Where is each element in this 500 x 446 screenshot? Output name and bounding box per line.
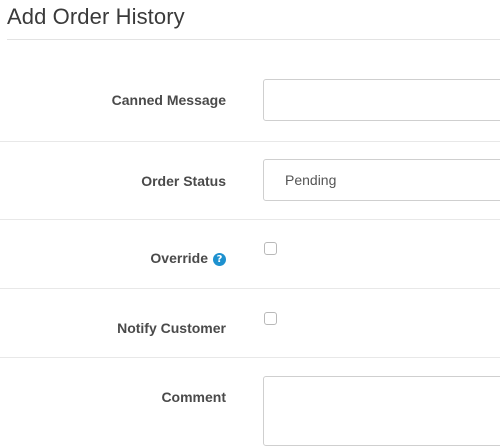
override-checkbox[interactable] (264, 242, 277, 255)
question-circle-icon[interactable]: ? (213, 253, 226, 266)
form-group-order-status: Order Status Pending (0, 142, 500, 219)
comment-textarea[interactable] (263, 376, 500, 446)
form-group-override: Override? (0, 220, 500, 288)
order-status-select[interactable]: Pending (263, 159, 500, 201)
panel-title: Add Order History (7, 4, 185, 29)
notify-customer-checkbox[interactable] (264, 312, 277, 325)
comment-label: Comment (161, 389, 226, 405)
form-group-canned-message: Canned Message (0, 40, 500, 141)
override-label-wrap: Override? (150, 250, 226, 266)
form-group-comment: Comment (0, 358, 500, 446)
canned-message-input[interactable] (263, 79, 500, 121)
canned-message-label: Canned Message (111, 92, 226, 108)
order-status-label: Order Status (141, 173, 226, 189)
form-group-notify-customer: Notify Customer (0, 289, 500, 357)
order-status-selected: Pending (285, 172, 337, 188)
override-label: Override (150, 250, 208, 266)
notify-customer-label: Notify Customer (117, 320, 226, 336)
